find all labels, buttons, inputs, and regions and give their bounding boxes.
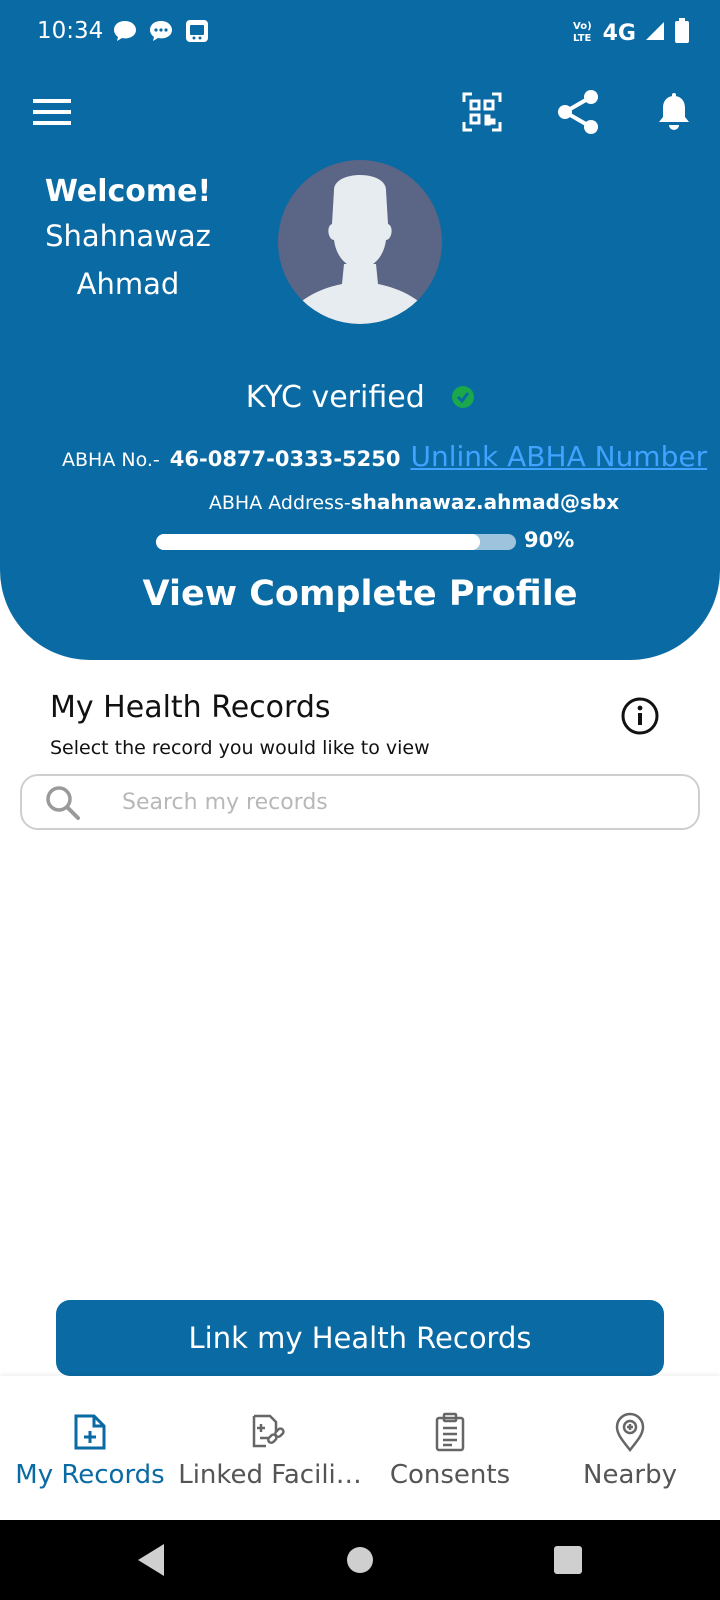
status-time: 10:34 bbox=[37, 18, 104, 44]
nav-label: Nearby bbox=[583, 1460, 677, 1490]
search-input[interactable] bbox=[122, 776, 682, 828]
bottom-nav: My Records Linked Facili… Consents Nearb… bbox=[0, 1376, 720, 1520]
volte-icon: Vo) LTE bbox=[573, 19, 595, 47]
nav-label: Linked Facili… bbox=[178, 1460, 362, 1490]
hamburger-menu-icon[interactable] bbox=[28, 88, 76, 136]
search-icon bbox=[44, 784, 82, 822]
avatar[interactable] bbox=[278, 160, 442, 324]
records-title: My Health Records bbox=[50, 690, 331, 725]
status-system-icons: Vo) LTE 4G bbox=[573, 18, 690, 48]
abha-number-value: 46-0877-0333-5250 bbox=[169, 447, 401, 471]
notification-bell-icon[interactable] bbox=[650, 88, 698, 136]
home-screen: 10:34 Vo) LTE 4G Welcome! Shahnawaz Ahma… bbox=[0, 0, 720, 1600]
network-type: 4G bbox=[602, 20, 636, 46]
link-health-records-button[interactable]: Link my Health Records bbox=[56, 1300, 664, 1376]
profile-header: 10:34 Vo) LTE 4G Welcome! Shahnawaz Ahma… bbox=[0, 0, 720, 660]
signal-icon bbox=[644, 20, 666, 46]
cast-screen-icon bbox=[184, 18, 210, 44]
view-complete-profile-button[interactable]: View Complete Profile bbox=[0, 574, 720, 614]
svg-text:Vo): Vo) bbox=[573, 21, 592, 32]
battery-icon bbox=[674, 18, 690, 48]
nav-consents[interactable]: Consents bbox=[360, 1376, 540, 1520]
nav-my-records[interactable]: My Records bbox=[0, 1376, 180, 1520]
consents-clipboard-icon bbox=[430, 1412, 470, 1452]
kyc-status: KYC verified bbox=[0, 380, 720, 416]
chat-bubble-icon bbox=[112, 18, 138, 44]
linked-facilities-icon bbox=[250, 1412, 290, 1452]
abha-address-row: ABHA Address-shahnawaz.ahmad@sbx bbox=[0, 490, 720, 514]
welcome-block: Welcome! Shahnawaz Ahmad bbox=[28, 172, 228, 308]
profile-completion-fill bbox=[156, 534, 480, 550]
user-last-name: Ahmad bbox=[76, 267, 180, 301]
profile-completion-text: 90% bbox=[524, 528, 575, 552]
qr-code-icon[interactable] bbox=[458, 88, 506, 136]
verified-check-icon bbox=[452, 381, 475, 416]
kyc-status-text: KYC verified bbox=[245, 380, 425, 415]
welcome-title: Welcome! bbox=[44, 174, 212, 209]
records-icon bbox=[70, 1412, 110, 1452]
profile-completion-bar bbox=[156, 534, 516, 550]
svg-text:LTE: LTE bbox=[573, 33, 592, 43]
android-system-nav bbox=[0, 1520, 720, 1600]
back-icon[interactable] bbox=[132, 1540, 172, 1580]
records-subtitle: Select the record you would like to view bbox=[50, 737, 430, 759]
home-icon[interactable] bbox=[340, 1540, 380, 1580]
nearby-location-icon bbox=[610, 1412, 650, 1453]
unlink-abha-link[interactable]: Unlink ABHA Number bbox=[410, 440, 707, 473]
recents-icon[interactable] bbox=[548, 1540, 588, 1580]
nav-linked-facilities[interactable]: Linked Facili… bbox=[178, 1376, 362, 1520]
top-toolbar bbox=[0, 84, 720, 144]
nav-nearby[interactable]: Nearby bbox=[540, 1376, 720, 1520]
status-bar: 10:34 Vo) LTE 4G bbox=[0, 0, 720, 64]
info-icon[interactable] bbox=[620, 696, 660, 736]
nav-label: My Records bbox=[15, 1460, 165, 1490]
abha-address-value: shahnawaz.ahmad@sbx bbox=[350, 490, 620, 514]
abha-number-row: ABHA No.- 46-0877-0333-5250 Unlink ABHA … bbox=[62, 440, 707, 476]
search-box[interactable] bbox=[20, 774, 700, 830]
nav-label: Consents bbox=[389, 1460, 511, 1490]
abha-address-label: ABHA Address- bbox=[208, 492, 351, 514]
status-notification-icons bbox=[112, 18, 210, 44]
user-first-name: Shahnawaz bbox=[45, 219, 211, 253]
abha-number-label: ABHA No.- bbox=[62, 449, 160, 471]
share-icon[interactable] bbox=[554, 88, 602, 136]
message-dots-icon bbox=[148, 18, 174, 44]
